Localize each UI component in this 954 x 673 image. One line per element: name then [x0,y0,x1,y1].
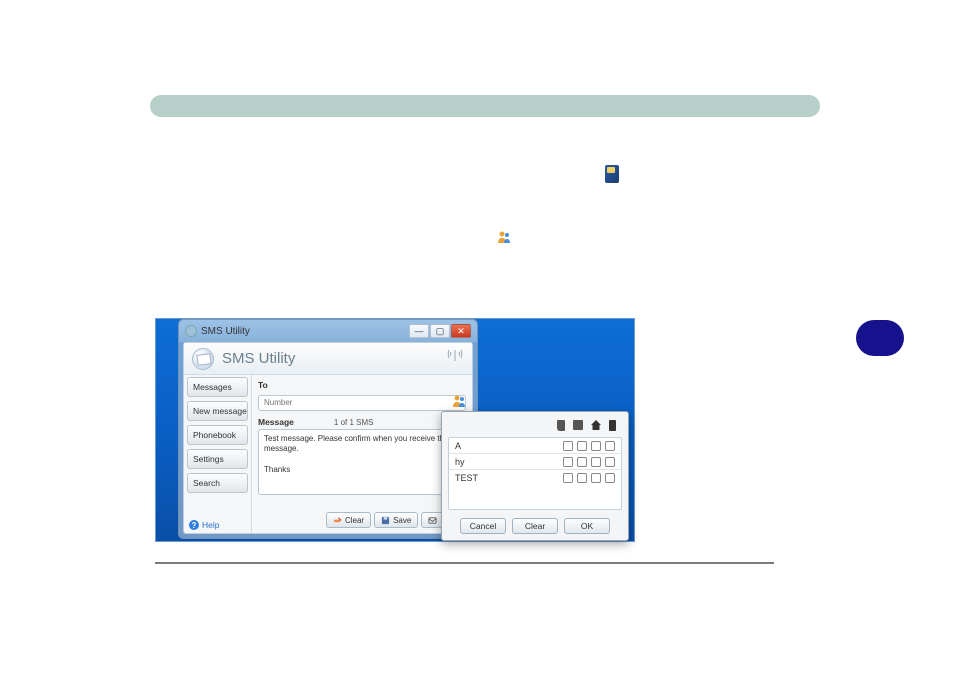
contact-table: A hy TEST [448,437,622,510]
sidebar-item-messages[interactable]: Messages [187,377,248,397]
app-title-text: SMS Utility [222,350,295,367]
picker-ok-button[interactable]: OK [564,518,610,534]
save-button[interactable]: Save [374,512,418,528]
maximize-button[interactable]: ▢ [430,324,450,338]
home-icon [591,420,601,430]
select-checkbox[interactable] [605,457,615,467]
select-checkbox[interactable] [591,457,601,467]
section-header-bar [150,95,820,117]
sidebar-item-phonebook[interactable]: Phonebook [187,425,248,445]
titlebar[interactable]: SMS Utility — ▢ ✕ [179,320,477,342]
select-checkbox[interactable] [563,473,573,483]
select-checkbox[interactable] [577,441,587,451]
select-checkbox[interactable] [605,441,615,451]
contact-name: A [449,441,563,451]
close-button[interactable]: ✕ [451,324,471,338]
sidebar-nav: Messages New message Phonebook Settings … [184,375,252,533]
sms-segment-count: 1 of 1 SMS [334,418,374,427]
sms-tray-icon [605,165,619,183]
side-decorative-pill [856,320,904,356]
save-button-label: Save [393,516,411,525]
sms-utility-window: SMS Utility — ▢ ✕ SMS Utility [178,319,478,539]
to-number-input[interactable] [258,395,466,411]
contact-name: hy [449,457,563,467]
disk-icon [573,420,583,430]
help-label: Help [202,520,219,530]
select-checkbox[interactable] [605,473,615,483]
device-icon [609,420,616,431]
sidebar-item-new-message[interactable]: New message [187,401,248,421]
message-textarea[interactable]: Test message. Please confirm when you re… [258,429,466,495]
sidebar-item-search[interactable]: Search [187,473,248,493]
phonebook-people-icon [497,230,511,244]
to-field-label: To [258,380,466,390]
picker-clear-button[interactable]: Clear [512,518,558,534]
help-icon: ? [189,520,199,530]
select-checkbox[interactable] [577,457,587,467]
window-title: SMS Utility [201,326,409,337]
app-icon [185,325,197,337]
select-checkbox[interactable] [591,441,601,451]
desktop-screenshot: SMS Utility — ▢ ✕ SMS Utility [155,318,635,542]
contact-picker-dialog: A hy TEST [441,411,629,541]
select-checkbox[interactable] [563,441,573,451]
picker-cancel-button[interactable]: Cancel [460,518,506,534]
select-checkbox[interactable] [577,473,587,483]
signal-antenna-icon [446,347,464,370]
horizontal-rule [155,562,774,564]
message-field-label: Message [258,417,294,427]
select-checkbox[interactable] [591,473,601,483]
clear-button[interactable]: Clear [326,512,371,528]
envelope-logo-icon [192,348,214,370]
help-link[interactable]: ? Help [184,517,251,533]
phonebook-lookup-button[interactable] [452,394,464,406]
sim-icon [557,420,565,431]
sidebar-item-settings[interactable]: Settings [187,449,248,469]
select-checkbox[interactable] [563,457,573,467]
table-row[interactable]: A [449,438,621,454]
table-row[interactable]: TEST [449,470,621,486]
minimize-button[interactable]: — [409,324,429,338]
contact-name: TEST [449,473,563,483]
table-row[interactable]: hy [449,454,621,470]
clear-button-label: Clear [345,516,364,525]
